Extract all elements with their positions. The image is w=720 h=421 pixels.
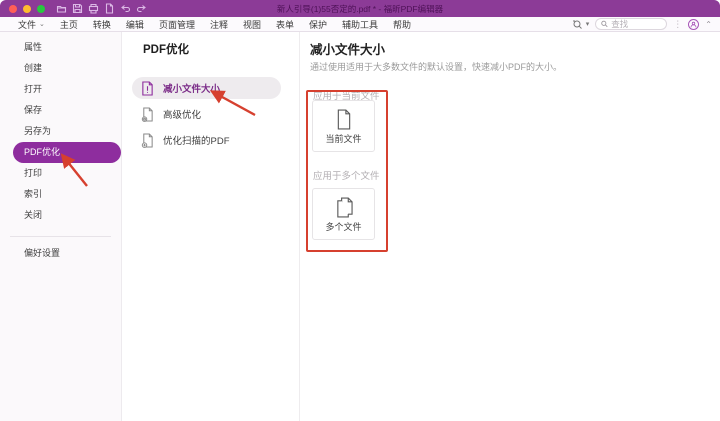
chevron-down-icon: ⌄ bbox=[39, 20, 45, 28]
menu-view[interactable]: 视图 bbox=[243, 18, 261, 31]
current-file-card[interactable]: 当前文件 bbox=[312, 100, 375, 152]
sidebar-item-close[interactable]: 关闭 bbox=[0, 205, 121, 226]
multiple-files-icon bbox=[335, 197, 353, 218]
option-label: 减小文件大小 bbox=[163, 81, 220, 95]
reduce-file-size-detail-panel: 减小文件大小 通过使用适用于大多数文件的默认设置，快速减小PDF的大小。 应用于… bbox=[300, 32, 720, 421]
search-box[interactable] bbox=[595, 18, 667, 30]
sidebar-divider bbox=[10, 236, 111, 237]
window-title: 新人引导(1)55否定的.pdf * - 福昕PDF编辑器 bbox=[0, 3, 720, 15]
chevron-down-icon: ▾ bbox=[586, 20, 590, 28]
option-reduce-file-size[interactable]: 减小文件大小 bbox=[132, 77, 281, 99]
app-window: 新人引导(1)55否定的.pdf * - 福昕PDF编辑器 文件⌄ 主页 转换 … bbox=[0, 0, 720, 421]
menu-help[interactable]: 帮助 bbox=[393, 18, 411, 31]
option-label: 高级优化 bbox=[163, 107, 201, 121]
option-advanced-optimize[interactable]: 高级优化 bbox=[132, 103, 281, 125]
multiple-files-card[interactable]: 多个文件 bbox=[312, 188, 375, 240]
option-optimize-scanned-pdf[interactable]: 优化扫描的PDF bbox=[132, 129, 281, 151]
file-sidebar: 属性 创建 打开 保存 另存为 PDF优化 打印 索引 关闭 偏好设置 bbox=[0, 32, 122, 421]
account-avatar-icon[interactable] bbox=[688, 19, 699, 30]
find-replace-icon[interactable]: ▾ bbox=[572, 19, 590, 30]
menu-file[interactable]: 文件⌄ bbox=[18, 18, 45, 31]
menu-convert[interactable]: 转换 bbox=[93, 18, 111, 31]
sidebar-item-create[interactable]: 创建 bbox=[0, 58, 121, 79]
sidebar-item-open[interactable]: 打开 bbox=[0, 79, 121, 100]
panel-title: PDF优化 bbox=[143, 41, 189, 57]
optimize-options-list: 减小文件大小 高级优化 优化扫描的PDF bbox=[122, 77, 299, 155]
sidebar-item-preferences[interactable]: 偏好设置 bbox=[0, 243, 121, 264]
search-icon bbox=[601, 20, 608, 28]
sidebar-item-print[interactable]: 打印 bbox=[0, 163, 121, 184]
menu-page-management[interactable]: 页面管理 bbox=[159, 18, 195, 31]
divider-dots-icon: ⋮ bbox=[673, 20, 682, 29]
single-file-icon bbox=[335, 109, 352, 130]
menubar-right-cluster: ▾ ⋮ ⌃ bbox=[572, 18, 712, 30]
optimize-scanned-pdf-icon bbox=[141, 133, 154, 148]
menu-home[interactable]: 主页 bbox=[60, 18, 78, 31]
detail-description: 通过使用适用于大多数文件的默认设置，快速减小PDF的大小。 bbox=[310, 60, 562, 73]
sidebar-item-properties[interactable]: 属性 bbox=[0, 37, 121, 58]
menu-bar: 文件⌄ 主页 转换 编辑 页面管理 注释 视图 表单 保护 辅助工具 帮助 ▾ … bbox=[0, 17, 720, 32]
section-label-multiple-files: 应用于多个文件 bbox=[313, 168, 380, 182]
menu-form[interactable]: 表单 bbox=[276, 18, 294, 31]
search-input[interactable] bbox=[611, 19, 661, 29]
menu-edit[interactable]: 编辑 bbox=[126, 18, 144, 31]
collapse-ribbon-icon[interactable]: ⌃ bbox=[705, 20, 712, 29]
menu-protect[interactable]: 保护 bbox=[309, 18, 327, 31]
card-label: 当前文件 bbox=[325, 132, 361, 145]
content: 属性 创建 打开 保存 另存为 PDF优化 打印 索引 关闭 偏好设置 PDF优… bbox=[0, 32, 720, 421]
titlebar: 新人引导(1)55否定的.pdf * - 福昕PDF编辑器 bbox=[0, 0, 720, 17]
menu-comment[interactable]: 注释 bbox=[210, 18, 228, 31]
advanced-optimize-icon bbox=[141, 107, 154, 122]
sidebar-item-save-as[interactable]: 另存为 bbox=[0, 121, 121, 142]
option-label: 优化扫描的PDF bbox=[163, 133, 230, 147]
sidebar-item-pdf-optimize[interactable]: PDF优化 bbox=[13, 142, 121, 163]
reduce-file-size-icon bbox=[141, 81, 154, 96]
detail-title: 减小文件大小 bbox=[310, 39, 385, 58]
card-label: 多个文件 bbox=[325, 220, 361, 233]
sidebar-item-index[interactable]: 索引 bbox=[0, 184, 121, 205]
sidebar-item-save[interactable]: 保存 bbox=[0, 100, 121, 121]
pdf-optimize-panel: PDF优化 减小文件大小 高级优化 bbox=[122, 32, 300, 421]
menu-accessibility-tools[interactable]: 辅助工具 bbox=[342, 18, 378, 31]
